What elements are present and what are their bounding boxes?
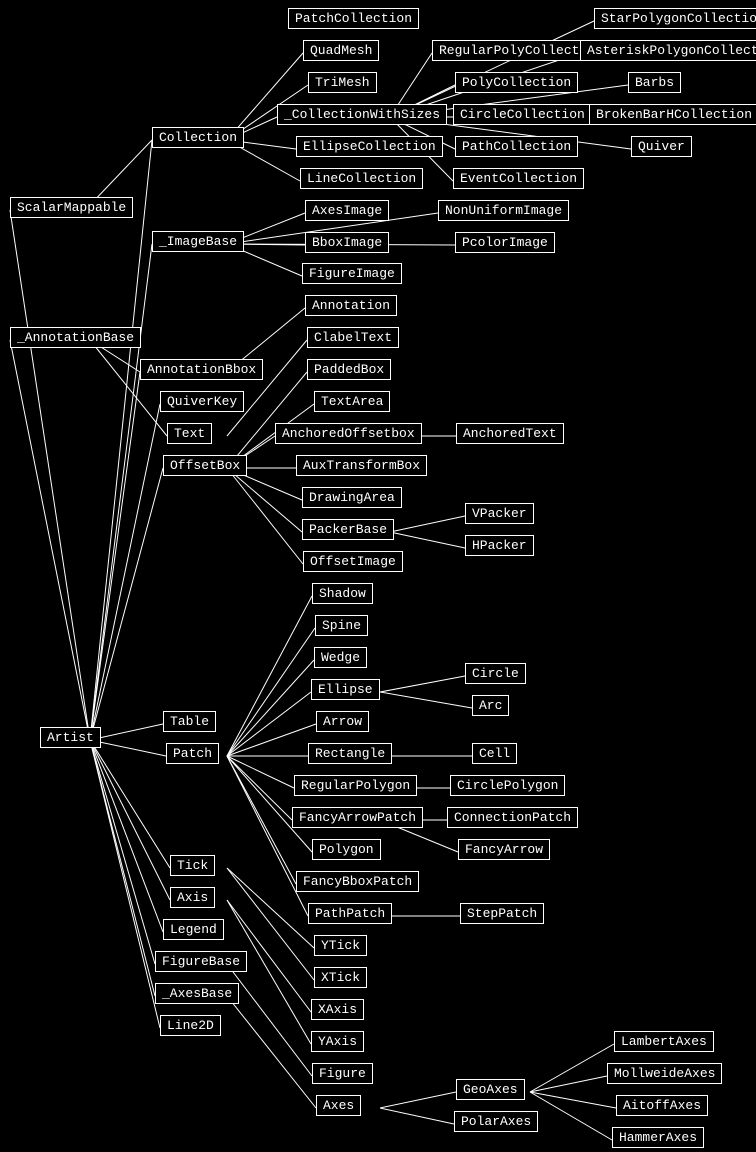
node-Spine: Spine (315, 615, 368, 636)
node-ScalarMappable: ScalarMappable (10, 197, 133, 218)
node-AsteriskPolygonCollection: AsteriskPolygonCollection (580, 40, 756, 61)
node-Collection: Collection (152, 127, 244, 148)
node-_CollectionWithSizes: _CollectionWithSizes (277, 104, 447, 125)
node-FancyBboxPatch: FancyBboxPatch (296, 871, 419, 892)
node-LambertAxes: LambertAxes (614, 1031, 714, 1052)
node-FancyArrow: FancyArrow (458, 839, 550, 860)
node-PolyCollection: PolyCollection (455, 72, 578, 93)
node-FigureBase: FigureBase (155, 951, 247, 972)
node-Patch: Patch (166, 743, 219, 764)
node-Annotation: Annotation (305, 295, 397, 316)
node-CircleCollection: CircleCollection (453, 104, 592, 125)
node-Rectangle: Rectangle (308, 743, 392, 764)
node-_AnnotationBase: _AnnotationBase (10, 327, 141, 348)
node-TextArea: TextArea (314, 391, 390, 412)
node-FigureImage: FigureImage (302, 263, 402, 284)
node-QuiverKey: QuiverKey (160, 391, 244, 412)
node-Shadow: Shadow (312, 583, 373, 604)
node-QuadMesh: QuadMesh (303, 40, 379, 61)
node-Figure: Figure (312, 1063, 373, 1084)
node-Arrow: Arrow (316, 711, 369, 732)
node-GeoAxes: GeoAxes (456, 1079, 525, 1100)
node-Tick: Tick (170, 855, 215, 876)
node-Legend: Legend (163, 919, 224, 940)
node-PolarAxes: PolarAxes (454, 1111, 538, 1132)
node-XTick: XTick (314, 967, 367, 988)
node-Polygon: Polygon (312, 839, 381, 860)
node-MollweideAxes: MollweideAxes (607, 1063, 722, 1084)
node-PathCollection: PathCollection (455, 136, 578, 157)
node-Quiver: Quiver (631, 136, 692, 157)
node-VPacker: VPacker (465, 503, 534, 524)
node-Circle: Circle (465, 663, 526, 684)
node-PcolorImage: PcolorImage (455, 232, 555, 253)
node-Artist: Artist (40, 727, 101, 748)
node-YTick: YTick (314, 935, 367, 956)
node-TriMesh: TriMesh (308, 72, 377, 93)
node-AxesImage: AxesImage (305, 200, 389, 221)
node-ConnectionPatch: ConnectionPatch (447, 807, 578, 828)
node-Ellipse: Ellipse (311, 679, 380, 700)
node-CirclePolygon: CirclePolygon (450, 775, 565, 796)
node-OffsetBox: OffsetBox (163, 455, 247, 476)
node-Line2D: Line2D (160, 1015, 221, 1036)
node-Text: Text (167, 423, 212, 444)
node-BrokenBarHCollection: BrokenBarHCollection (589, 104, 756, 125)
node-AitoffAxes: AitoffAxes (616, 1095, 708, 1116)
node-ClabelText: ClabelText (307, 327, 399, 348)
node-StepPatch: StepPatch (460, 903, 544, 924)
node-Table: Table (163, 711, 216, 732)
node-Barbs: Barbs (628, 72, 681, 93)
node-AuxTransformBox: AuxTransformBox (296, 455, 427, 476)
node-PatchCollection: PatchCollection (288, 8, 419, 29)
node-PackerBase: PackerBase (302, 519, 394, 540)
node-EllipseCollection: EllipseCollection (296, 136, 443, 157)
node-PaddedBox: PaddedBox (307, 359, 391, 380)
node-EventCollection: EventCollection (453, 168, 584, 189)
node-HammerAxes: HammerAxes (612, 1127, 704, 1148)
node-FancyArrowPatch: FancyArrowPatch (292, 807, 423, 828)
node-Axes: Axes (316, 1095, 361, 1116)
node-AnnotationBbox: AnnotationBbox (140, 359, 263, 380)
node-BboxImage: BboxImage (305, 232, 389, 253)
node-PathPatch: PathPatch (308, 903, 392, 924)
node-RegularPolygon: RegularPolygon (294, 775, 417, 796)
node-XAxis: XAxis (311, 999, 364, 1020)
node-_ImageBase: _ImageBase (152, 231, 244, 252)
node-NonUniformImage: NonUniformImage (438, 200, 569, 221)
node-Cell: Cell (472, 743, 517, 764)
node-HPacker: HPacker (465, 535, 534, 556)
node-LineCollection: LineCollection (300, 168, 423, 189)
node-_AxesBase: _AxesBase (155, 983, 239, 1004)
node-AnchoredText: AnchoredText (456, 423, 564, 444)
node-OffsetImage: OffsetImage (303, 551, 403, 572)
node-Axis: Axis (170, 887, 215, 908)
node-StarPolygonCollection: StarPolygonCollection (594, 8, 756, 29)
node-YAxis: YAxis (311, 1031, 364, 1052)
node-Arc: Arc (472, 695, 509, 716)
node-AnchoredOffsetbox: AnchoredOffsetbox (275, 423, 422, 444)
node-DrawingArea: DrawingArea (302, 487, 402, 508)
node-Wedge: Wedge (314, 647, 367, 668)
